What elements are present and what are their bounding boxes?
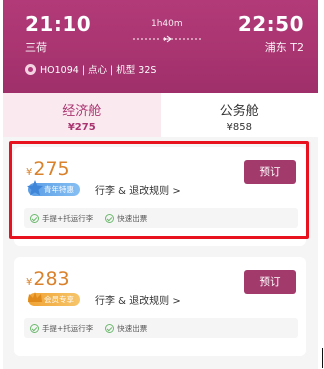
cabin-tabs: 经济舱 ¥275 公务舱 ¥858 bbox=[3, 93, 318, 137]
feature-label: 快速出票 bbox=[117, 323, 148, 333]
feature-ticketing: 快速出票 bbox=[105, 213, 147, 224]
feature-label: 手提+托运行李 bbox=[42, 323, 94, 333]
check-circle-icon bbox=[30, 213, 39, 223]
fare-price-value: 283 bbox=[33, 268, 70, 290]
departure-time: 21:10 bbox=[25, 12, 92, 36]
fare-price-value: 275 bbox=[33, 158, 70, 180]
feature-ticketing: 快速出票 bbox=[105, 323, 147, 334]
baggage-rules-link[interactable]: 行李 & 退改规则 > bbox=[95, 292, 181, 307]
fare-price: ¥283 bbox=[26, 268, 70, 290]
arrival-time: 22:50 bbox=[237, 12, 304, 36]
tab-business[interactable]: 公务舱 ¥858 bbox=[160, 93, 318, 137]
fare-price: ¥275 bbox=[26, 158, 70, 180]
fare-features: 手提+托运行李 快速出票 bbox=[24, 318, 298, 338]
check-circle-icon bbox=[105, 323, 115, 333]
feature-label: 手提+托运行李 bbox=[42, 213, 94, 223]
fare-features: 手提+托运行李 快速出票 bbox=[24, 208, 298, 228]
star-icon bbox=[27, 180, 43, 196]
currency-symbol: ¥ bbox=[26, 277, 33, 288]
flight-duration: 1h40m bbox=[151, 19, 183, 29]
check-circle-icon bbox=[30, 323, 39, 333]
tab-business-label: 公务舱 bbox=[219, 104, 259, 119]
airline-logo-icon bbox=[25, 63, 36, 75]
currency-symbol: ¥ bbox=[26, 167, 33, 178]
youth-discount-badge: 青年特惠 bbox=[27, 180, 80, 196]
crown-icon bbox=[28, 292, 42, 302]
book-button[interactable]: 预订 bbox=[244, 270, 296, 294]
badge-label: 青年特惠 bbox=[44, 185, 74, 194]
tab-economy[interactable]: 经济舱 ¥275 bbox=[3, 93, 161, 137]
flight-info-text: HO1094 | 点心 | 机型 32S bbox=[40, 65, 157, 76]
feature-label: 快速出票 bbox=[117, 213, 148, 223]
arrival-city: 浦东 T2 bbox=[264, 41, 304, 54]
tab-business-price: ¥858 bbox=[226, 122, 252, 133]
check-circle-icon bbox=[105, 213, 115, 223]
tab-economy-price: ¥275 bbox=[67, 122, 96, 133]
fare-card[interactable]: ¥283 会员专享 行李 & 退改规则 > 预订 手提+托运行李 快速出票 bbox=[14, 257, 306, 356]
tab-economy-label: 经济舱 bbox=[62, 104, 102, 119]
flight-info: HO1094 | 点心 | 机型 32S bbox=[25, 62, 156, 76]
feature-baggage: 手提+托运行李 bbox=[30, 213, 93, 224]
feature-baggage: 手提+托运行李 bbox=[30, 323, 93, 334]
badge-label: 会员专享 bbox=[44, 295, 74, 304]
flight-header: 21:10 三荷 1h40m 22:50 浦东 T2 HO1094 | 点心 |… bbox=[3, 0, 318, 93]
text-cursor bbox=[322, 348, 323, 368]
member-exclusive-badge: 会员专享 bbox=[28, 292, 80, 306]
book-button[interactable]: 预订 bbox=[244, 160, 296, 184]
baggage-rules-link[interactable]: 行李 & 退改规则 > bbox=[95, 182, 181, 197]
fare-card[interactable]: ¥275 青年特惠 行李 & 退改规则 > 预订 手提+托运行李 快速出票 bbox=[14, 147, 306, 246]
departure-city: 三荷 bbox=[25, 41, 47, 54]
route-line-icon bbox=[133, 35, 203, 43]
